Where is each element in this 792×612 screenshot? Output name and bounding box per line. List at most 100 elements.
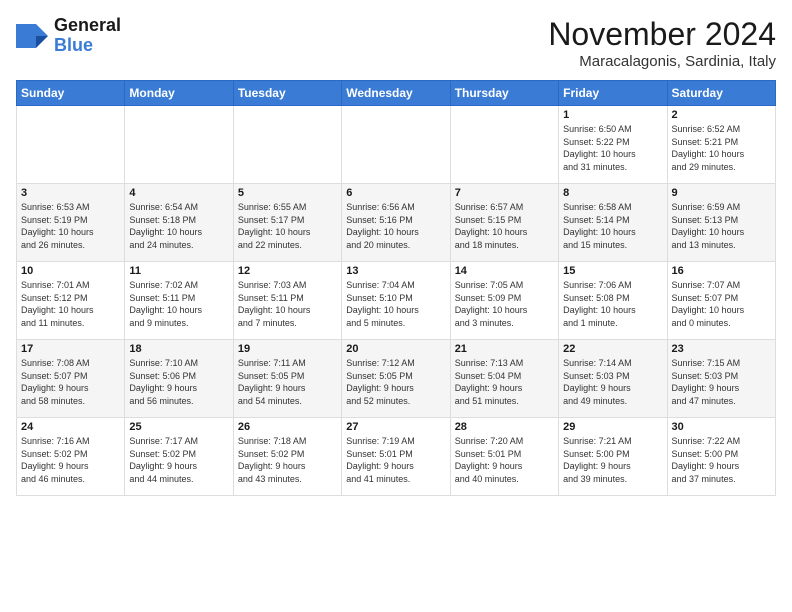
day-number: 21 — [455, 343, 554, 355]
day-info: Sunrise: 7:12 AM Sunset: 5:05 PM Dayligh… — [346, 357, 445, 407]
calendar-cell: 6 Sunrise: 6:56 AM Sunset: 5:16 PM Daylig… — [342, 184, 450, 262]
day-number: 5 — [238, 187, 337, 199]
day-number: 18 — [129, 343, 228, 355]
day-info: Sunrise: 7:02 AM Sunset: 5:11 PM Dayligh… — [129, 279, 228, 329]
calendar-cell: 11 Sunrise: 7:02 AM Sunset: 5:11 PM Dayli… — [125, 262, 233, 340]
day-number: 15 — [563, 265, 662, 277]
calendar-cell: 13 Sunrise: 7:04 AM Sunset: 5:10 PM Dayli… — [342, 262, 450, 340]
day-info: Sunrise: 6:56 AM Sunset: 5:16 PM Dayligh… — [346, 201, 445, 251]
weekday-header: Tuesday — [233, 81, 341, 106]
calendar-cell: 10 Sunrise: 7:01 AM Sunset: 5:12 PM Dayli… — [17, 262, 125, 340]
calendar-cell: 9Sunrise: 6:59 AM Sunset: 5:13 PM Daylig… — [667, 184, 775, 262]
day-number: 10 — [21, 265, 120, 277]
calendar-body: 1 Sunrise: 6:50 AM Sunset: 5:22 PM Daylig… — [17, 106, 776, 496]
calendar-cell: 27Sunrise: 7:19 AM Sunset: 5:01 PM Dayli… — [342, 418, 450, 496]
weekday-header: Thursday — [450, 81, 558, 106]
day-info: Sunrise: 7:16 AM Sunset: 5:02 PM Dayligh… — [21, 435, 120, 485]
page: General Blue November 2024 Maracalagonis… — [0, 0, 792, 612]
day-number: 20 — [346, 343, 445, 355]
weekday-header: Friday — [559, 81, 667, 106]
day-number: 16 — [672, 265, 771, 277]
calendar-cell: 17 Sunrise: 7:08 AM Sunset: 5:07 PM Dayli… — [17, 340, 125, 418]
day-number: 13 — [346, 265, 445, 277]
day-info: Sunrise: 6:50 AM Sunset: 5:22 PM Dayligh… — [563, 123, 662, 173]
day-info: Sunrise: 7:13 AM Sunset: 5:04 PM Dayligh… — [455, 357, 554, 407]
day-number: 14 — [455, 265, 554, 277]
day-info: Sunrise: 7:03 AM Sunset: 5:11 PM Dayligh… — [238, 279, 337, 329]
calendar-row: 3Sunrise: 6:53 AM Sunset: 5:19 PM Daylig… — [17, 184, 776, 262]
calendar-cell — [342, 106, 450, 184]
day-info: Sunrise: 6:58 AM Sunset: 5:14 PM Dayligh… — [563, 201, 662, 251]
day-info: Sunrise: 7:14 AM Sunset: 5:03 PM Dayligh… — [563, 357, 662, 407]
day-number: 27 — [346, 421, 445, 433]
day-info: Sunrise: 6:57 AM Sunset: 5:15 PM Dayligh… — [455, 201, 554, 251]
calendar-row: 17 Sunrise: 7:08 AM Sunset: 5:07 PM Dayli… — [17, 340, 776, 418]
calendar-cell — [17, 106, 125, 184]
day-info: Sunrise: 7:21 AM Sunset: 5:00 PM Dayligh… — [563, 435, 662, 485]
header-row: SundayMondayTuesdayWednesdayThursdayFrid… — [17, 81, 776, 106]
day-number: 25 — [129, 421, 228, 433]
day-info: Sunrise: 7:08 AM Sunset: 5:07 PM Dayligh… — [21, 357, 120, 407]
calendar-cell: 30Sunrise: 7:22 AM Sunset: 5:00 PM Dayli… — [667, 418, 775, 496]
day-number: 2 — [672, 109, 771, 121]
calendar-cell — [450, 106, 558, 184]
day-info: Sunrise: 7:17 AM Sunset: 5:02 PM Dayligh… — [129, 435, 228, 485]
day-number: 11 — [129, 265, 228, 277]
calendar-cell: 20 Sunrise: 7:12 AM Sunset: 5:05 PM Dayli… — [342, 340, 450, 418]
calendar-cell: 14 Sunrise: 7:05 AM Sunset: 5:09 PM Dayli… — [450, 262, 558, 340]
calendar-row: 1 Sunrise: 6:50 AM Sunset: 5:22 PM Daylig… — [17, 106, 776, 184]
day-info: Sunrise: 7:01 AM Sunset: 5:12 PM Dayligh… — [21, 279, 120, 329]
logo-icon — [16, 20, 48, 52]
header: General Blue November 2024 Maracalagonis… — [16, 16, 776, 70]
calendar-cell: 23 Sunrise: 7:15 AM Sunset: 5:03 PM Dayli… — [667, 340, 775, 418]
day-number: 19 — [238, 343, 337, 355]
day-number: 23 — [672, 343, 771, 355]
weekday-header: Wednesday — [342, 81, 450, 106]
day-number: 17 — [21, 343, 120, 355]
day-info: Sunrise: 7:11 AM Sunset: 5:05 PM Dayligh… — [238, 357, 337, 407]
calendar-cell: 29Sunrise: 7:21 AM Sunset: 5:00 PM Dayli… — [559, 418, 667, 496]
day-number: 22 — [563, 343, 662, 355]
calendar-cell: 5Sunrise: 6:55 AM Sunset: 5:17 PM Daylig… — [233, 184, 341, 262]
day-info: Sunrise: 7:04 AM Sunset: 5:10 PM Dayligh… — [346, 279, 445, 329]
day-info: Sunrise: 7:15 AM Sunset: 5:03 PM Dayligh… — [672, 357, 771, 407]
day-number: 4 — [129, 187, 228, 199]
day-info: Sunrise: 6:59 AM Sunset: 5:13 PM Dayligh… — [672, 201, 771, 251]
calendar-cell: 4Sunrise: 6:54 AM Sunset: 5:18 PM Daylig… — [125, 184, 233, 262]
day-number: 12 — [238, 265, 337, 277]
title-block: November 2024 Maracalagonis, Sardinia, I… — [548, 16, 776, 70]
day-number: 30 — [672, 421, 771, 433]
day-number: 7 — [455, 187, 554, 199]
day-number: 1 — [563, 109, 662, 121]
month-title: November 2024 — [548, 16, 776, 53]
calendar-cell: 21 Sunrise: 7:13 AM Sunset: 5:04 PM Dayli… — [450, 340, 558, 418]
calendar-cell: 7 Sunrise: 6:57 AM Sunset: 5:15 PM Daylig… — [450, 184, 558, 262]
calendar-table: SundayMondayTuesdayWednesdayThursdayFrid… — [16, 80, 776, 496]
location: Maracalagonis, Sardinia, Italy — [548, 53, 776, 70]
day-number: 6 — [346, 187, 445, 199]
calendar-cell: 25 Sunrise: 7:17 AM Sunset: 5:02 PM Dayli… — [125, 418, 233, 496]
logo-line1: General — [54, 16, 121, 36]
calendar-header: SundayMondayTuesdayWednesdayThursdayFrid… — [17, 81, 776, 106]
day-info: Sunrise: 7:07 AM Sunset: 5:07 PM Dayligh… — [672, 279, 771, 329]
calendar-cell: 2 Sunrise: 6:52 AM Sunset: 5:21 PM Daylig… — [667, 106, 775, 184]
day-number: 8 — [563, 187, 662, 199]
calendar-cell: 8 Sunrise: 6:58 AM Sunset: 5:14 PM Daylig… — [559, 184, 667, 262]
weekday-header: Monday — [125, 81, 233, 106]
calendar-cell: 12 Sunrise: 7:03 AM Sunset: 5:11 PM Dayli… — [233, 262, 341, 340]
calendar-cell: 18Sunrise: 7:10 AM Sunset: 5:06 PM Dayli… — [125, 340, 233, 418]
calendar-cell — [233, 106, 341, 184]
logo-text: General Blue — [54, 16, 121, 56]
day-number: 26 — [238, 421, 337, 433]
day-number: 24 — [21, 421, 120, 433]
weekday-header: Sunday — [17, 81, 125, 106]
logo-line2: Blue — [54, 36, 121, 56]
calendar-cell: 19 Sunrise: 7:11 AM Sunset: 5:05 PM Dayli… — [233, 340, 341, 418]
day-info: Sunrise: 7:05 AM Sunset: 5:09 PM Dayligh… — [455, 279, 554, 329]
calendar-cell: 22 Sunrise: 7:14 AM Sunset: 5:03 PM Dayli… — [559, 340, 667, 418]
day-number: 3 — [21, 187, 120, 199]
logo: General Blue — [16, 16, 121, 56]
weekday-header: Saturday — [667, 81, 775, 106]
day-info: Sunrise: 6:52 AM Sunset: 5:21 PM Dayligh… — [672, 123, 771, 173]
calendar-row: 10 Sunrise: 7:01 AM Sunset: 5:12 PM Dayli… — [17, 262, 776, 340]
